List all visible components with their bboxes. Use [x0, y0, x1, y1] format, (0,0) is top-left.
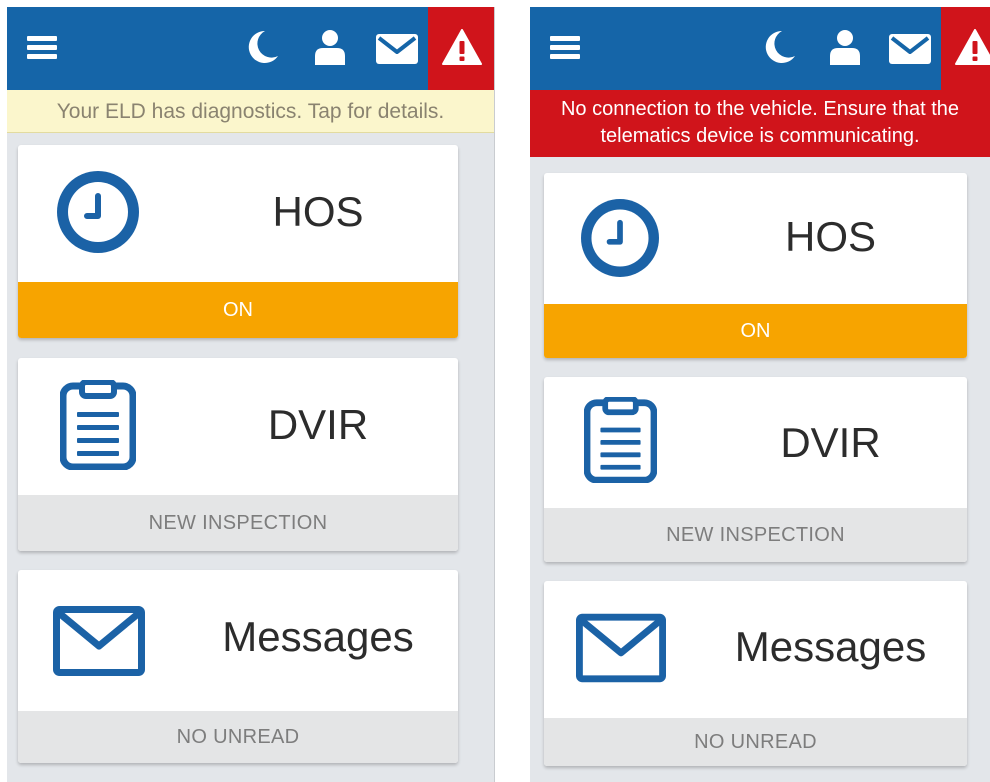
messages-card[interactable]: Messages NO UNREAD	[544, 581, 967, 766]
dvir-title: DVIR	[267, 401, 369, 448]
user-icon[interactable]	[314, 29, 346, 65]
mail-icon[interactable]	[376, 34, 418, 64]
hos-card[interactable]: HOS ON	[544, 173, 967, 358]
warning-icon	[955, 29, 990, 65]
messages-status: NO UNREAD	[544, 718, 967, 766]
clock-icon	[57, 171, 139, 253]
dvir-status: NEW INSPECTION	[544, 508, 967, 562]
top-bar	[7, 7, 494, 90]
dvir-card[interactable]: DVIR NEW INSPECTION	[18, 358, 458, 551]
moon-icon[interactable]	[762, 29, 796, 65]
top-bar	[530, 7, 990, 90]
messages-card[interactable]: Messages NO UNREAD	[18, 570, 458, 763]
clipboard-icon	[584, 397, 657, 483]
menu-icon[interactable]	[550, 33, 580, 61]
banner-line-1: No connection to the vehicle. Ensure tha…	[560, 98, 960, 120]
hos-status: ON	[18, 282, 458, 338]
user-icon[interactable]	[829, 29, 861, 65]
mail-icon[interactable]	[889, 34, 931, 64]
clock-icon	[581, 199, 659, 277]
diagnostics-banner[interactable]: Your ELD has diagnostics. Tap for detail…	[7, 90, 494, 133]
envelope-icon	[53, 606, 145, 676]
warning-icon	[442, 29, 482, 65]
hos-card[interactable]: HOS ON	[18, 145, 458, 338]
dvir-title: DVIR	[780, 419, 881, 466]
clipboard-icon	[60, 380, 136, 470]
hos-status: ON	[544, 304, 967, 358]
banner-line-2: telematics device is communicating.	[600, 125, 920, 147]
hos-title: HOS	[272, 188, 364, 235]
alert-button[interactable]	[941, 7, 990, 90]
dvir-status: NEW INSPECTION	[18, 495, 458, 551]
phone-screen-no-connection: No connection to the vehicle. Ensure tha…	[530, 7, 990, 782]
alert-button[interactable]	[428, 7, 494, 90]
hos-title: HOS	[784, 213, 876, 260]
dvir-card[interactable]: DVIR NEW INSPECTION	[544, 377, 967, 562]
messages-title: Messages	[222, 613, 414, 660]
no-connection-banner[interactable]: No connection to the vehicle. Ensure tha…	[530, 90, 990, 157]
phone-screen-diagnostics: Your ELD has diagnostics. Tap for detail…	[7, 7, 495, 782]
messages-status: NO UNREAD	[18, 711, 458, 763]
messages-title: Messages	[734, 623, 927, 670]
menu-icon[interactable]	[27, 33, 57, 61]
moon-icon[interactable]	[245, 29, 279, 65]
envelope-icon	[576, 613, 666, 683]
